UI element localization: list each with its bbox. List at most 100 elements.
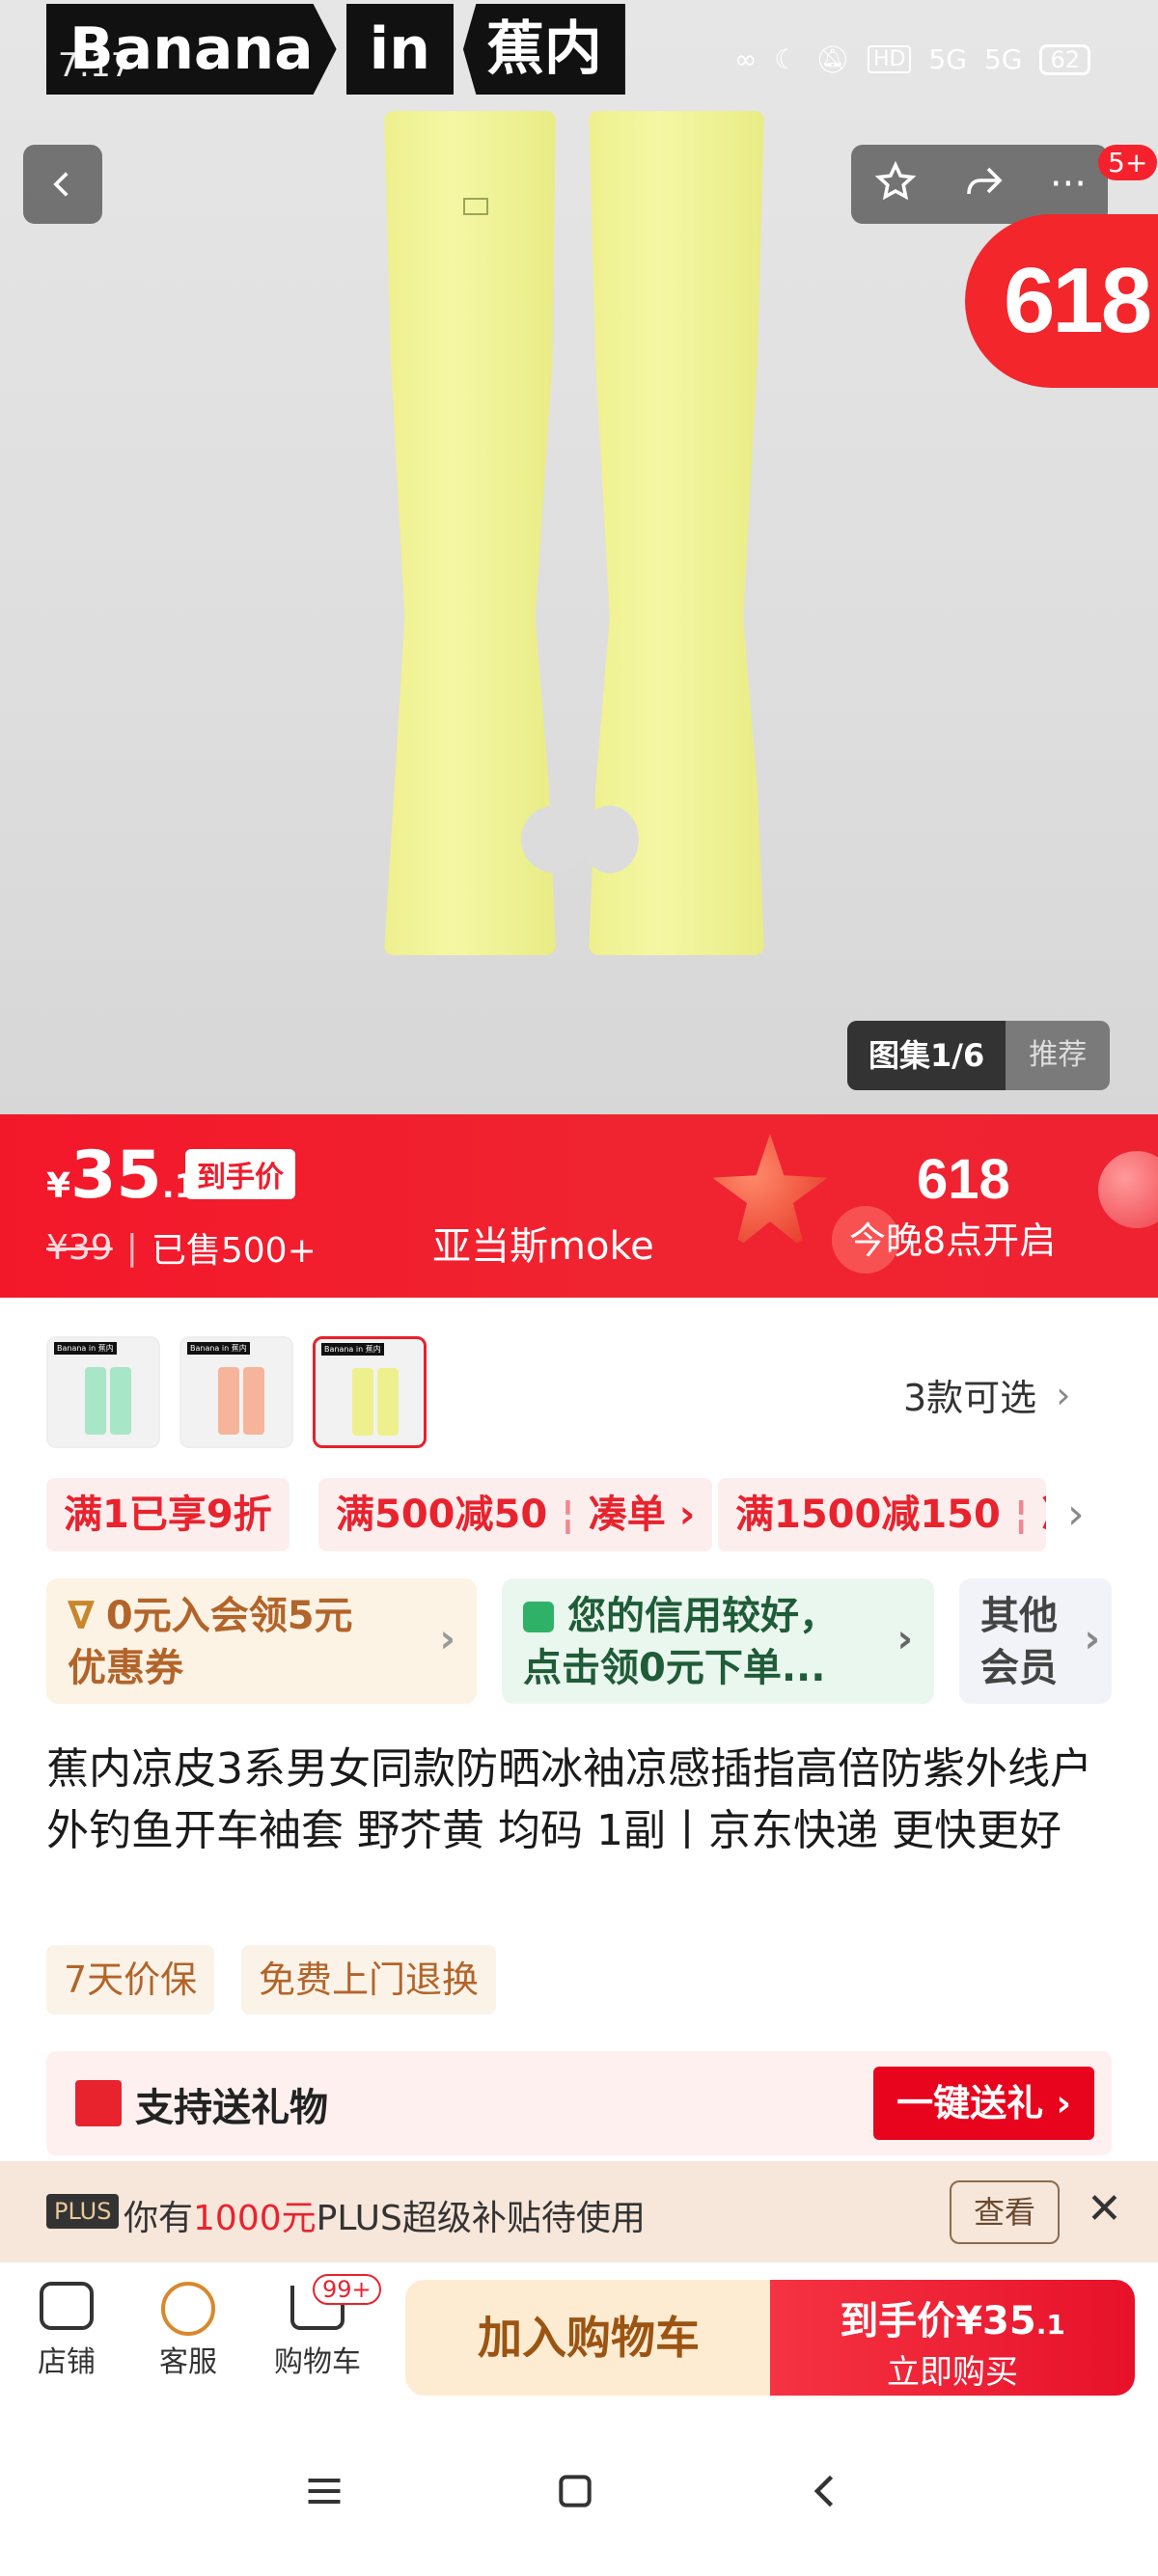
other-member-card[interactable]: 其他 会员 ›: [959, 1578, 1112, 1704]
credit-card-line2: 点击领0元下单...: [523, 1646, 826, 1690]
service-button[interactable]: 客服: [135, 2282, 241, 2380]
product-title: 蕉内凉皮3系男女同款防晒冰袖凉感插指高倍防紫外线户外钓鱼开车袖套 野芥黄 均码 …: [46, 1744, 1092, 1855]
send-gift-button[interactable]: 一键送礼 ›: [873, 2067, 1094, 2140]
chevron-right-icon: ›: [678, 1493, 696, 1537]
other-card-line1: 其他: [980, 1594, 1058, 1638]
buy-line2: 立即购买: [887, 2353, 1018, 2392]
mute-icon: 🔕︎: [815, 43, 850, 75]
variant-count-link[interactable]: 3款可选 ›: [903, 1368, 1070, 1421]
coupon-500-50-label: 满500减50: [336, 1493, 548, 1537]
member-coupon-card[interactable]: ∇ 0元入会领5元 优惠券 ›: [46, 1578, 477, 1704]
brand-banner-part3: 蕉内: [462, 4, 625, 95]
service-price-protect[interactable]: 7天价保: [46, 1945, 215, 2014]
event-title: 618: [917, 1148, 1010, 1211]
favorite-button[interactable]: [872, 159, 919, 209]
coupon-divider: ¦: [561, 1493, 575, 1537]
thumb-hole-right: [581, 806, 639, 873]
promo-618-badge[interactable]: 618: [965, 214, 1158, 388]
bag-icon: [523, 1602, 554, 1632]
balloon-decoration-right: [1098, 1151, 1158, 1228]
signal-1-icon: 5G: [928, 43, 967, 75]
cart-badge: 99+: [313, 2274, 381, 2305]
chevron-right-icon: ›: [1056, 2082, 1071, 2124]
gift-row[interactable]: 支持送礼物 一键送礼 ›: [46, 2051, 1112, 2155]
variant-thumb-sleeve: [218, 1367, 239, 1435]
credit-card-line1: 您的信用较好，: [523, 1590, 913, 1642]
plus-subsidy-bar[interactable]: PLUS 你有1000元PLUS超级补贴待使用 查看 ✕: [0, 2161, 1158, 2262]
coupon-1500-150[interactable]: 满1500减150 ¦ 凑: [718, 1478, 1046, 1551]
shop-button[interactable]: 店铺: [14, 2282, 120, 2380]
send-gift-label: 一键送礼: [896, 2082, 1044, 2124]
gallery-switch[interactable]: 图集1/6 推荐: [847, 1021, 1111, 1090]
gallery-recommend[interactable]: 推荐: [1006, 1021, 1110, 1090]
shop-label: 店铺: [38, 2345, 96, 2379]
coupon-500-50[interactable]: 满500减50 ¦ 凑单 ›: [318, 1478, 713, 1551]
plus-badge: PLUS: [46, 2194, 120, 2229]
add-to-cart-button[interactable]: 加入购物车: [405, 2280, 772, 2396]
buy-now-button[interactable]: 到手价¥35.1 立即购买: [770, 2280, 1135, 2396]
share-icon: [967, 167, 1003, 195]
variant-thumb-2[interactable]: Banana in 蕉内: [179, 1336, 293, 1448]
brand-banner-part2: in: [345, 4, 454, 95]
chevron-right-icon: ›: [1056, 1373, 1071, 1416]
variant-thumb-label: Banana in 蕉内: [187, 1342, 250, 1355]
menu-button[interactable]: [303, 2470, 345, 2516]
event-subtitle: 今晚8点开启: [849, 1219, 1057, 1262]
variant-thumb-1[interactable]: Banana in 蕉内: [46, 1336, 160, 1448]
brand-banner: Banana in 蕉内: [46, 4, 625, 95]
gallery-label[interactable]: 图集1/6: [847, 1021, 1006, 1090]
close-icon[interactable]: ✕: [1087, 2184, 1122, 2233]
status-time: 7:17: [58, 46, 132, 85]
hd-icon: HD: [867, 45, 912, 73]
customer-service-icon: [161, 2282, 215, 2336]
current-price: ¥ 35 .1: [46, 1143, 197, 1209]
sold-count: 已售500+: [151, 1231, 317, 1271]
cart-button[interactable]: 购物车 99+: [264, 2274, 381, 2380]
chevron-right-icon: ›: [896, 1617, 913, 1661]
more-badge: 5+: [1098, 145, 1158, 180]
header-actions: ···: [851, 145, 1108, 224]
variant-thumb-sleeve: [352, 1368, 373, 1436]
member-card-line2: 优惠券: [68, 1646, 183, 1690]
moon-icon: ☾: [774, 43, 799, 75]
credit-card-offer[interactable]: 您的信用较好， 点击领0元下单... ›: [502, 1578, 934, 1704]
thumb-hole-left: [521, 806, 589, 873]
variant-thumb-sleeve: [110, 1367, 131, 1435]
share-button[interactable]: [961, 159, 1007, 209]
gift-label: 支持送礼物: [135, 2086, 328, 2130]
price-meta: ¥39 | 已售500+: [46, 1222, 317, 1273]
plus-amount: 1000元: [193, 2199, 317, 2238]
service-label: 客服: [159, 2345, 217, 2379]
chevron-right-icon: ›: [1084, 1617, 1100, 1661]
divider: |: [125, 1227, 138, 1268]
coupon-cd-label: 凑: [1041, 1478, 1046, 1551]
more-button[interactable]: ···: [1050, 165, 1087, 204]
star-balloon-decoration: [712, 1134, 828, 1249]
coupon-cd-label: 凑单: [588, 1493, 666, 1537]
price-currency: ¥: [46, 1166, 71, 1206]
system-nav-bar: [0, 2412, 1158, 2576]
back-nav-button[interactable]: [805, 2470, 847, 2516]
link-icon: ∞: [733, 43, 758, 75]
status-icons: ∞ ☾ 🔕︎ HD 5G 5G 62: [734, 43, 1090, 75]
brand-name[interactable]: 亚当斯moke: [432, 1215, 654, 1271]
variant-count: 3款可选: [903, 1377, 1037, 1419]
coupon-divider: ¦: [1013, 1493, 1029, 1537]
price-bar: ¥ 35 .1 到手价 ¥39 | 已售500+ 亚当斯moke 618 今晚8…: [0, 1114, 1158, 1298]
variant-thumb-label: Banana in 蕉内: [321, 1343, 384, 1356]
plus-view-button[interactable]: 查看: [950, 2180, 1060, 2244]
service-free-return[interactable]: 免费上门退换: [241, 1945, 497, 2014]
product-logo-mark: [463, 198, 488, 215]
coupons-more-icon[interactable]: ›: [1067, 1490, 1085, 1539]
battery-icon: 62: [1039, 43, 1090, 75]
product-image-area[interactable]: Banana in 蕉内 7:17 ∞ ☾ 🔕︎ HD 5G 5G 62 ···…: [0, 0, 1158, 1114]
other-card-line2: 会员: [980, 1646, 1058, 1690]
chevron-right-icon: ›: [439, 1617, 455, 1661]
original-price: ¥39: [46, 1227, 113, 1268]
back-button[interactable]: [23, 145, 102, 224]
price-tag: 到手价: [185, 1149, 295, 1199]
home-button[interactable]: [554, 2470, 596, 2516]
variant-thumb-3-selected[interactable]: Banana in 蕉内: [313, 1336, 427, 1448]
coupon-discount[interactable]: 满1已享9折: [46, 1478, 290, 1551]
star-icon: [874, 160, 917, 201]
